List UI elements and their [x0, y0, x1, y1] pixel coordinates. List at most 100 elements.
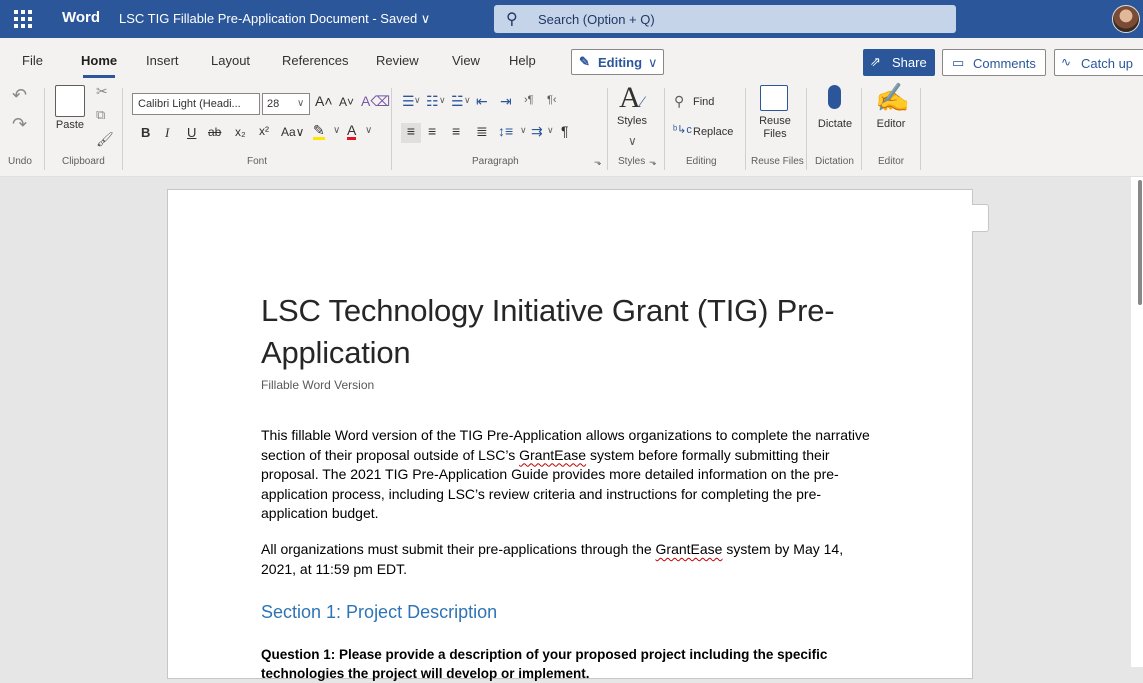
- document-canvas: LSC Technology Initiative Grant (TIG) Pr…: [0, 177, 1143, 681]
- app-launcher-icon[interactable]: [12, 8, 34, 30]
- copy-icon[interactable]: ⧉: [96, 107, 105, 123]
- chevron-down-icon[interactable]: ∨: [547, 125, 554, 136]
- underline-icon[interactable]: U: [187, 125, 196, 140]
- reuse-files-group-label: Reuse Files: [751, 156, 804, 167]
- tab-insert[interactable]: Insert: [146, 53, 179, 68]
- bold-icon[interactable]: B: [141, 125, 150, 140]
- styles-button[interactable]: Styles: [612, 115, 652, 127]
- chevron-down-icon[interactable]: ∨: [628, 134, 637, 148]
- divider: [920, 88, 921, 170]
- reuse-files-button[interactable]: Reuse Files: [750, 115, 800, 141]
- share-button[interactable]: ⇗ Share: [863, 49, 935, 76]
- spelling-error[interactable]: GrantEase: [519, 447, 586, 463]
- chevron-down-icon[interactable]: ∨: [365, 125, 372, 136]
- search-box[interactable]: ⚲ Search (Option + Q): [494, 5, 956, 33]
- chevron-down-icon: ∨: [648, 55, 658, 70]
- app-name[interactable]: Word: [62, 9, 100, 26]
- search-icon: ⚲: [506, 11, 518, 28]
- align-center-icon[interactable]: ≡: [428, 123, 436, 139]
- section-heading: Section 1: Project Description: [261, 602, 498, 622]
- pencil-icon: ✎: [579, 54, 590, 69]
- shading-icon[interactable]: ⇉: [531, 123, 543, 140]
- strikethrough-icon[interactable]: ab: [208, 125, 221, 139]
- ribbon: ↶ ↷ Undo Paste ✂ ⧉ 🖌 Clipboard Calibri L…: [0, 81, 1143, 177]
- change-case-icon[interactable]: Aa∨: [281, 125, 304, 139]
- tab-review[interactable]: Review: [376, 53, 419, 68]
- divider: [391, 88, 392, 170]
- format-painter-icon[interactable]: 🖌: [96, 131, 114, 148]
- superscript-icon[interactable]: x²: [259, 124, 269, 138]
- scrollbar-thumb[interactable]: [1138, 180, 1142, 305]
- divider: [745, 88, 746, 170]
- tab-layout[interactable]: Layout: [211, 53, 250, 68]
- editing-group-label: Editing: [686, 156, 717, 167]
- search-placeholder: Search (Option + Q): [538, 12, 655, 27]
- tab-file[interactable]: File: [22, 53, 43, 68]
- chevron-down-icon[interactable]: ∨: [439, 95, 446, 106]
- tab-home[interactable]: Home: [81, 53, 117, 78]
- font-name-select[interactable]: Calibri Light (Headi...: [132, 93, 260, 115]
- shrink-font-icon[interactable]: A˅: [339, 95, 354, 109]
- increase-indent-icon[interactable]: ⇥: [500, 93, 512, 110]
- undo-icon[interactable]: ↶: [12, 85, 27, 106]
- divider: [861, 88, 862, 170]
- document-title[interactable]: LSC TIG Fillable Pre-Application Documen…: [119, 11, 430, 27]
- catch-up-button[interactable]: ∿ Catch up: [1054, 49, 1143, 76]
- chevron-down-icon[interactable]: ∨: [333, 125, 340, 136]
- subscript-icon[interactable]: x₂: [235, 125, 246, 139]
- editing-mode-button[interactable]: ✎ Editing ∨: [571, 49, 664, 75]
- paste-icon[interactable]: [55, 85, 85, 117]
- deadline-paragraph: All organizations must submit their pre-…: [261, 541, 844, 577]
- divider: [607, 88, 608, 170]
- tab-view[interactable]: View: [452, 53, 480, 68]
- divider: [44, 88, 45, 170]
- find-icon[interactable]: ⚲: [674, 93, 684, 110]
- chevron-down-icon[interactable]: ∨: [297, 98, 304, 109]
- grow-font-icon[interactable]: A˄: [315, 93, 333, 109]
- spelling-error[interactable]: GrantEase: [656, 541, 723, 557]
- question-text: Question 1: Please provide a description…: [261, 647, 828, 681]
- decrease-indent-icon[interactable]: ⇤: [476, 93, 488, 110]
- comment-pane-tab[interactable]: [972, 204, 989, 232]
- line-spacing-icon[interactable]: ↕≡: [498, 123, 513, 139]
- title-bar: Word LSC TIG Fillable Pre-Application Do…: [0, 0, 1143, 38]
- find-button[interactable]: Find: [693, 96, 714, 108]
- bullets-icon[interactable]: ☰: [402, 93, 415, 110]
- chevron-down-icon[interactable]: ∨: [464, 95, 471, 106]
- styles-icon[interactable]: A⁄: [619, 81, 643, 115]
- align-right-icon[interactable]: ≡: [452, 123, 460, 139]
- italic-icon[interactable]: I: [165, 125, 169, 141]
- editor-button[interactable]: Editor: [870, 118, 912, 130]
- replace-icon[interactable]: ᵇ↳c: [673, 123, 692, 136]
- font-color-icon[interactable]: A: [347, 123, 357, 140]
- comments-button[interactable]: ▭ Comments: [942, 49, 1046, 76]
- rtl-icon[interactable]: ¶‹: [547, 94, 557, 106]
- divider: [664, 88, 665, 170]
- microphone-icon[interactable]: [828, 85, 841, 109]
- tab-references[interactable]: References: [282, 53, 348, 68]
- highlight-icon[interactable]: ✎: [313, 123, 325, 140]
- paragraph-launcher-icon[interactable]: ⬎: [594, 157, 602, 168]
- tab-help[interactable]: Help: [509, 53, 536, 68]
- ltr-icon[interactable]: ›¶: [524, 94, 534, 106]
- styles-launcher-icon[interactable]: ⬎: [649, 157, 657, 168]
- show-marks-icon[interactable]: ¶: [561, 123, 569, 139]
- align-left-icon[interactable]: ≡: [401, 123, 421, 143]
- editor-icon[interactable]: ✍: [875, 81, 910, 114]
- replace-button[interactable]: Replace: [693, 126, 733, 138]
- dictate-button[interactable]: Dictate: [812, 118, 858, 130]
- chevron-down-icon[interactable]: ∨: [414, 95, 421, 106]
- chevron-down-icon[interactable]: ∨: [520, 125, 527, 136]
- justify-icon[interactable]: ≣: [476, 123, 488, 140]
- reuse-files-icon[interactable]: [760, 85, 788, 111]
- paste-button[interactable]: Paste: [50, 119, 90, 131]
- redo-icon[interactable]: ↷: [12, 114, 27, 135]
- multilevel-list-icon[interactable]: ☱: [451, 93, 464, 110]
- avatar[interactable]: [1112, 5, 1140, 33]
- numbering-icon[interactable]: ☷: [426, 93, 439, 110]
- document-subtitle: Fillable Word Version: [261, 378, 375, 392]
- cut-icon[interactable]: ✂: [96, 83, 108, 100]
- clear-formatting-icon[interactable]: A⌫: [361, 93, 390, 110]
- styles-group-label: Styles: [618, 156, 646, 167]
- document-page[interactable]: LSC Technology Initiative Grant (TIG) Pr…: [167, 189, 973, 681]
